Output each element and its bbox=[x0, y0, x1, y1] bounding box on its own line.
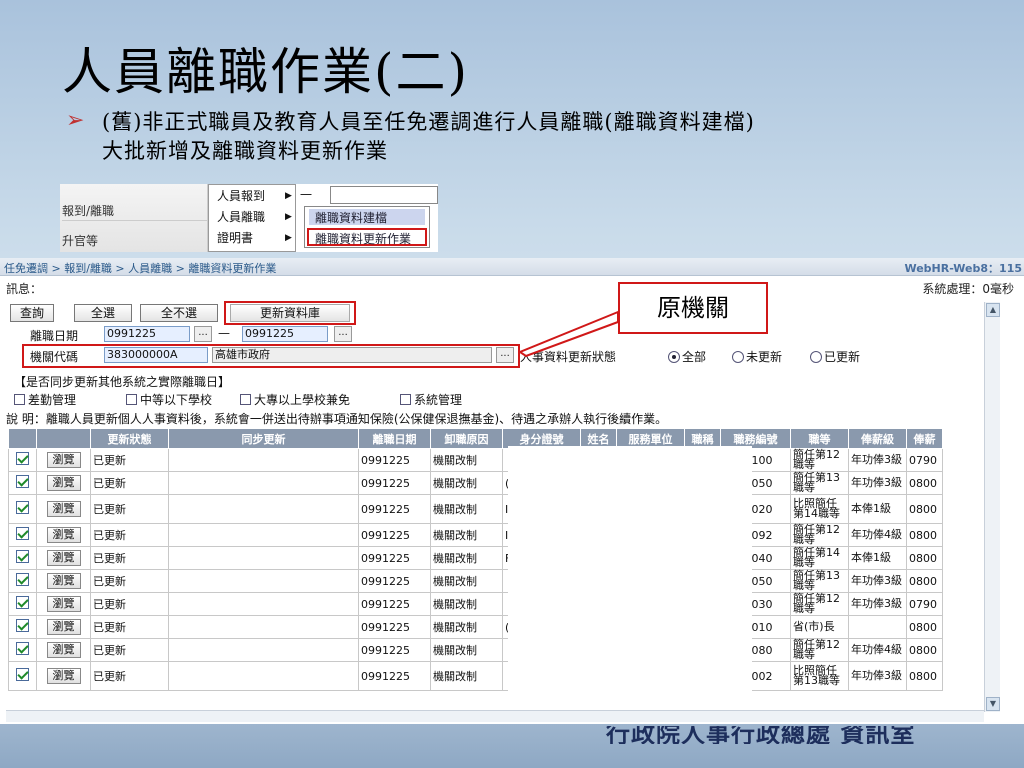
callout-pointer bbox=[517, 310, 619, 358]
callout-original-org: 原機關 bbox=[618, 282, 768, 334]
footer-text: 行政院人事行政總處 資訊室 bbox=[606, 726, 916, 744]
